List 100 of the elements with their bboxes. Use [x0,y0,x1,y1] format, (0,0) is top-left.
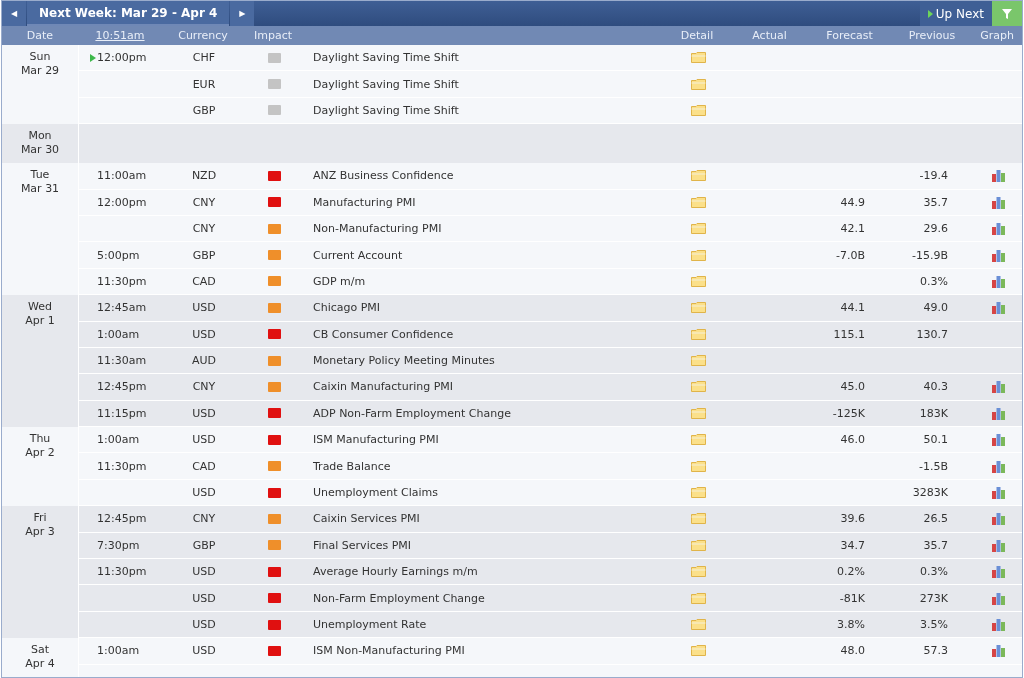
bar-chart-icon[interactable] [990,301,1006,315]
bar-chart-icon[interactable] [990,538,1006,552]
folder-icon[interactable] [690,513,706,525]
event-title[interactable]: ANZ Business Confidence [303,169,663,183]
currency-cell-text: NZD [190,169,218,183]
day-date: Mar 31 [20,182,60,197]
day-name: Tue [30,168,50,183]
time-cell-text: 12:45pm [96,512,148,526]
column-header: Detail [679,29,715,42]
bar-chart-icon[interactable] [990,380,1006,394]
forecast-cell-text: 34.7 [839,538,866,552]
folder-icon[interactable] [690,170,706,182]
event-title[interactable]: Daylight Saving Time Shift [303,51,663,65]
event-title[interactable]: Monetary Policy Meeting Minutes [303,354,663,368]
currency-cell-text: USD [191,644,217,658]
bar-chart-icon[interactable] [990,618,1006,631]
event-title[interactable]: Trade Balance [303,459,663,473]
currency-cell-text: USD [191,433,217,447]
event-title[interactable]: ISM Non-Manufacturing PMI [303,644,663,658]
event-title[interactable]: Average Hourly Earnings m/m [303,565,663,579]
folder-icon[interactable] [690,487,706,499]
currency-cell-text: GBP [191,103,217,117]
event-title[interactable]: Daylight Saving Time Shift [303,77,663,91]
folder-icon[interactable] [690,275,706,287]
folder-icon[interactable] [690,78,706,90]
event-title[interactable]: Non-Manufacturing PMI [303,222,663,236]
folder-icon[interactable] [690,381,706,393]
bar-chart-icon[interactable] [990,565,1006,579]
event-title[interactable]: Unemployment Rate [303,618,663,631]
currency-cell-text: CNY [191,380,217,394]
folder-icon[interactable] [690,223,706,235]
bar-chart-icon[interactable] [990,459,1006,473]
folder-icon[interactable] [690,196,706,208]
previous-cell-text: -19.4 [918,169,949,183]
day-name: Mon [28,129,52,144]
folder-icon[interactable] [690,434,706,446]
event-title[interactable]: Non-Farm Employment Change [303,591,663,605]
previous-cell-text: 50.1 [922,433,949,447]
week-tab[interactable]: Next Week: Mar 29 - Apr 4 [27,1,230,26]
event-title[interactable]: CB Consumer Confidence [303,327,663,341]
folder-icon[interactable] [690,460,706,472]
event-title[interactable]: GDP m/m [303,274,663,288]
bar-chart-icon[interactable] [990,222,1006,236]
bar-chart-icon[interactable] [990,195,1006,209]
bar-chart-icon[interactable] [990,433,1006,447]
folder-icon[interactable] [690,104,706,116]
previous-cell-text: 0.3% [919,274,949,288]
play-icon [927,9,933,18]
filter-button[interactable] [992,1,1022,26]
time-cell-text: 11:00am [96,169,148,183]
previous-cell-text: -15.9B [911,248,949,262]
folder-icon[interactable] [690,566,706,578]
folder-icon[interactable] [690,592,706,604]
currency-cell-text: CNY [191,195,217,209]
folder-icon[interactable] [690,355,706,367]
day-date: Apr 1 [25,314,55,329]
bar-chart-icon[interactable] [990,644,1006,658]
bar-chart-icon[interactable] [990,406,1006,420]
event-title[interactable]: Current Account [303,248,663,262]
folder-icon[interactable] [690,249,706,261]
forecast-cell-text: 0.2% [836,565,866,579]
bar-chart-icon[interactable] [990,169,1006,183]
event-title[interactable]: Final Services PMI [303,538,663,552]
event-title[interactable]: Daylight Saving Time Shift [303,103,663,117]
day-date: Apr 3 [25,525,55,540]
bar-chart-icon[interactable] [990,591,1006,605]
currency-cell-text: USD [191,406,217,420]
event-title[interactable]: Manufacturing PMI [303,195,663,209]
currency-cell-text: GBP [191,538,217,552]
event-title[interactable]: ISM Manufacturing PMI [303,433,663,447]
folder-icon[interactable] [690,52,706,64]
folder-icon[interactable] [690,328,706,340]
bar-chart-icon[interactable] [990,248,1006,262]
bar-chart-icon[interactable] [990,486,1006,500]
time-cell-text: 12:45am [96,301,148,315]
bar-chart-icon[interactable] [990,274,1006,288]
folder-icon[interactable] [690,407,706,419]
column-header: Graph [979,29,1015,42]
event-title[interactable]: Unemployment Claims [303,486,663,500]
folder-icon[interactable] [690,539,706,551]
previous-cell-text: 183K [918,406,949,420]
time-cell-text: 11:30pm [96,274,148,288]
bar-chart-icon[interactable] [990,512,1006,526]
event-title[interactable]: Chicago PMI [303,301,663,315]
event-title[interactable]: Caixin Manufacturing PMI [303,380,663,394]
day-name: Fri [33,511,47,526]
currency-cell-text: CNY [191,222,217,236]
currency-cell-text: CAD [191,459,217,473]
up-next-button[interactable]: Up Next [919,1,992,26]
event-title[interactable]: ADP Non-Farm Employment Change [303,406,663,420]
currency-cell-text: USD [191,618,217,631]
folder-icon[interactable] [690,302,706,314]
next-week-button[interactable]: ▶ [230,1,255,26]
previous-cell-text: 26.5 [922,512,949,526]
previous-week-button[interactable]: ◀ [2,1,26,26]
forecast-cell-text: -7.0B [835,248,866,262]
folder-icon[interactable] [690,619,706,630]
event-title[interactable]: Caixin Services PMI [303,512,663,526]
folder-icon[interactable] [690,645,706,657]
previous-cell-text: 49.0 [922,301,949,315]
